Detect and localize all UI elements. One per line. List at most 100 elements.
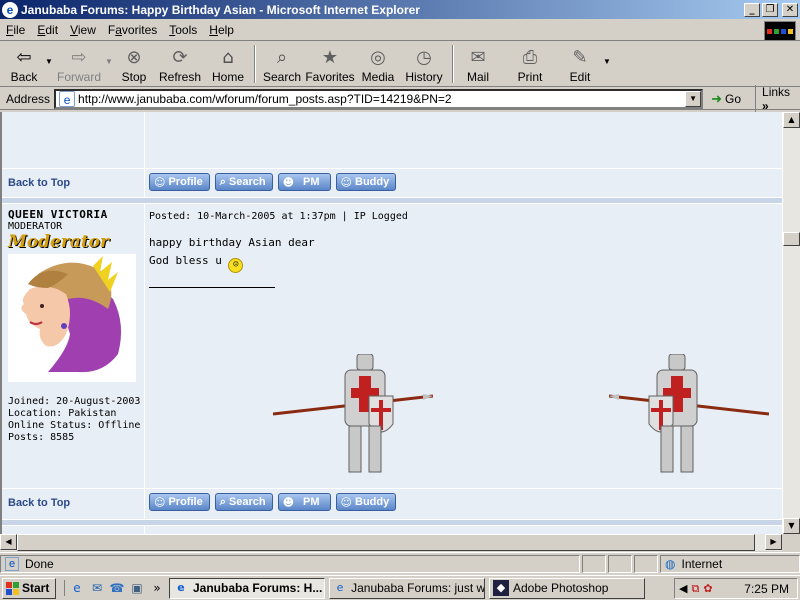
go-button[interactable]: ➜ Go (711, 91, 741, 107)
menu-favorites-accel: a (115, 23, 122, 37)
media-button[interactable]: ◎ Media (356, 43, 400, 85)
task-label: Janubaba Forums: H... (193, 581, 323, 595)
menu-help-label: elp (217, 23, 234, 37)
post-header: Posted: 10-March-2005 at 1:37pm | IP Log… (149, 211, 408, 222)
photoshop-icon: ◆ (493, 580, 509, 596)
horizontal-scroll-thumb[interactable] (17, 534, 755, 551)
address-url[interactable]: http://www.janubaba.com/wforum/forum_pos… (78, 92, 685, 106)
address-dropdown[interactable]: ▼ (685, 90, 702, 107)
forum-post: QUEEN VICTORIA MODERATOR Moderator Joine… (2, 204, 782, 488)
print-label: Print (517, 70, 543, 84)
post-spacer (145, 222, 782, 234)
edit-icon: ✎ (572, 46, 588, 68)
history-button[interactable]: ◷ History (400, 43, 448, 85)
post-username[interactable]: QUEEN VICTORIA (2, 204, 144, 221)
menu-file[interactable]: File (0, 23, 31, 37)
scroll-corner (782, 534, 800, 551)
forward-button[interactable]: ⇨ Forward (54, 43, 104, 85)
print-button[interactable]: ⎙ Print (508, 43, 552, 85)
search-user-button[interactable]: ⌕ Search (214, 493, 273, 511)
edit-button[interactable]: ✎ Edit (558, 43, 602, 85)
back-arrow-icon: ⇦ (16, 46, 32, 68)
user-location: Location: Pakistan (8, 408, 117, 419)
vertical-scroll-thumb[interactable] (783, 232, 800, 246)
desktop-quicklaunch-icon[interactable]: ▣ (129, 580, 145, 596)
links-button[interactable]: Links » (755, 84, 800, 113)
buddy-label: Buddy (355, 176, 390, 188)
maximize-button[interactable]: ❐ (762, 2, 778, 17)
history-label: History (405, 70, 443, 84)
start-label: Start (22, 581, 50, 595)
buddy-button[interactable]: ☺ Buddy (335, 493, 397, 511)
user-rank-badge: Moderator (8, 232, 109, 252)
pm-button[interactable]: ☻ PM (277, 493, 331, 511)
address-input[interactable]: e http://www.janubaba.com/wforum/forum_p… (54, 88, 704, 109)
start-button[interactable]: Start (2, 577, 56, 599)
forward-dropdown[interactable]: ▼ (104, 43, 114, 66)
profile-button[interactable]: ☺ Profile (149, 493, 210, 511)
users-icon: ☻ (282, 495, 295, 509)
menu-view[interactable]: View (64, 23, 102, 37)
horizontal-scrollbar[interactable]: ◀ ▶ (0, 534, 782, 551)
back-to-top-link[interactable]: Back to Top (2, 169, 144, 189)
close-button[interactable]: ✕ (782, 2, 798, 17)
search-user-button[interactable]: ⌕ Search (214, 173, 273, 191)
ie-icon: e (2, 1, 18, 18)
pm-button[interactable]: ☻ PM (277, 173, 331, 191)
page-icon: e (59, 90, 76, 107)
back-button[interactable]: ⇦ Back (4, 43, 44, 85)
tray-app-icon[interactable]: ✿ (703, 582, 712, 595)
add-buddy-icon: ☺ (340, 175, 353, 189)
back-dropdown[interactable]: ▼ (44, 43, 54, 66)
post-line-2: God bless u ☺ (145, 252, 782, 273)
quicklaunch-chevron-icon[interactable]: » (149, 580, 165, 596)
scroll-left-button[interactable]: ◀ (0, 534, 17, 550)
mail-button[interactable]: ✉ Mail (458, 43, 498, 85)
scroll-right-button[interactable]: ▶ (765, 534, 782, 550)
post-line-1: happy birthday Asian dear (149, 236, 315, 249)
menu-edit[interactable]: Edit (31, 23, 64, 37)
menu-help[interactable]: Help (203, 23, 240, 37)
title-bar[interactable]: e Janubaba Forums: Happy Birthday Asian … (0, 0, 800, 19)
search-user-label: Search (228, 496, 266, 508)
profile-button[interactable]: ☺ Profile (149, 173, 210, 191)
page-content[interactable]: Back to Top ☺ Profile ⌕ Search ☻ PM ☺ Buddy … (0, 112, 782, 534)
page-icon: e (5, 556, 19, 571)
home-button[interactable]: ⌂ Home (206, 43, 250, 85)
messenger-quicklaunch-icon[interactable]: ☎ (109, 580, 125, 596)
back-to-top-link[interactable]: Back to Top (2, 489, 144, 509)
buddy-button[interactable]: ☺ Buddy (335, 173, 397, 191)
refresh-button[interactable]: ⟳ Refresh (154, 43, 206, 85)
address-label: Address (6, 91, 51, 106)
back-label: Back (10, 70, 38, 84)
taskbar-item-ie[interactable]: e Janubaba Forums: just wo... (329, 577, 485, 599)
outlook-quicklaunch-icon[interactable]: ✉ (89, 580, 105, 596)
clock[interactable]: 7:25 PM (744, 582, 789, 596)
stop-button[interactable]: ⊗ Stop (114, 43, 154, 85)
pm-label: PM (303, 176, 320, 188)
menu-tools[interactable]: Tools (163, 23, 203, 37)
media-icon: ◎ (370, 46, 386, 68)
acrobat-icon[interactable]: ⧉ (691, 582, 699, 596)
taskbar-item-photoshop[interactable]: ◆ Adobe Photoshop (489, 577, 645, 599)
minimize-button[interactable]: _ (744, 2, 760, 17)
user-icon: ☺ (154, 175, 166, 189)
volume-icon[interactable]: ◀ (679, 582, 687, 595)
vertical-scrollbar[interactable]: ▲ ▼ (782, 112, 800, 534)
taskbar-item-ie-active[interactable]: e Janubaba Forums: H... (169, 577, 325, 599)
favorites-button[interactable]: ★ Favorites (304, 43, 356, 85)
forward-label: Forward (56, 70, 101, 84)
zone-label: Internet (681, 556, 723, 571)
ie-quicklaunch-icon[interactable]: e (69, 580, 85, 596)
ie-icon: e (177, 581, 185, 594)
home-icon: ⌂ (222, 46, 234, 68)
edit-dropdown[interactable]: ▼ (602, 43, 612, 66)
scroll-up-button[interactable]: ▲ (783, 112, 800, 128)
menu-favorites[interactable]: Favorites (102, 23, 163, 37)
printer-icon: ⎙ (522, 46, 538, 68)
search-label: Search (262, 70, 302, 84)
search-button[interactable]: ⌕ Search (260, 43, 304, 85)
scroll-down-button[interactable]: ▼ (783, 518, 800, 534)
task-label: Janubaba Forums: just wo... (351, 581, 484, 595)
refresh-label: Refresh (158, 70, 202, 84)
